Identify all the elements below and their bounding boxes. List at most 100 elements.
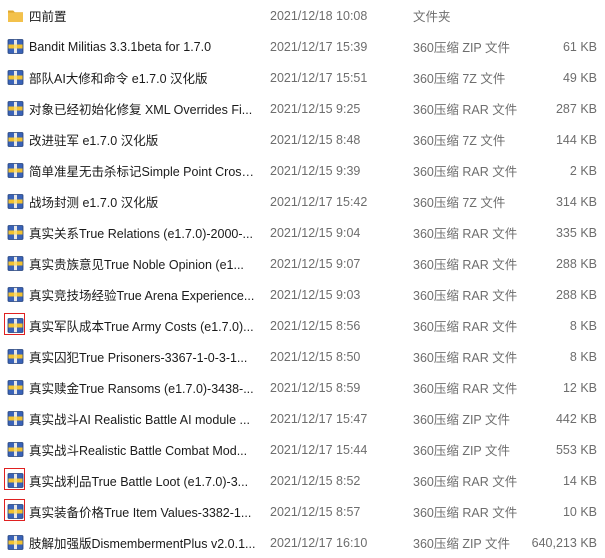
file-row[interactable]: 真实赎金True Ransoms (e1.7.0)-3438-... 2021/1… [0,372,605,403]
archive-icon [7,410,24,427]
archive-icon [7,255,24,272]
archive-icon [7,100,24,117]
file-row[interactable]: 真实竞技场经验True Arena Experience... 2021/12/1… [0,279,605,310]
file-row[interactable]: 真实贵族意见True Noble Opinion (e1... 2021/12/1… [0,248,605,279]
archive-icon [7,286,24,303]
file-row[interactable]: 真实战斗AI Realistic Battle AI module ... 202… [0,403,605,434]
file-size: 287 KB [555,101,597,116]
file-name: 简单准星无击杀标记Simple Point Cross... [29,165,257,179]
folder-row[interactable]: 四前置 2021/12/18 10:08 文件夹 [0,0,605,31]
file-date: 2021/12/15 9:03 [270,287,361,302]
file-type: 360压缩 RAR 文件 [413,258,518,272]
file-type: 360压缩 ZIP 文件 [413,41,511,55]
archive-icon [7,348,24,365]
file-name: 真实装备价格True Item Values-3382-1... [29,506,252,520]
file-type: 360压缩 RAR 文件 [413,382,518,396]
archive-icon [7,441,24,458]
file-name: 对象已经初始化修复 XML Overrides Fi... [29,103,253,117]
file-name: 真实贵族意见True Noble Opinion (e1... [29,258,244,272]
file-type: 360压缩 RAR 文件 [413,289,518,303]
file-name: 真实竞技场经验True Arena Experience... [29,289,255,303]
file-name: 真实战斗AI Realistic Battle AI module ... [29,413,250,427]
file-name: 真实囚犯True Prisoners-3367-1-0-3-1... [29,351,248,365]
file-name: 肢解加强版DismembermentPlus v2.0.1... [29,537,256,551]
file-size: 49 KB [562,70,597,85]
file-size: 335 KB [555,225,597,240]
file-date: 2021/12/17 15:47 [270,411,368,426]
file-size: 288 KB [555,256,597,271]
file-date: 2021/12/15 8:50 [270,349,361,364]
file-size: 314 KB [555,194,597,209]
file-row[interactable]: 战场封测 e1.7.0 汉化版 2021/12/17 15:42 360压缩 7Z … [0,186,605,217]
file-size: 8 KB [569,318,597,333]
archive-icon [7,193,24,210]
file-size: 640,213 KB [531,535,597,550]
archive-icon [7,224,24,241]
file-type: 文件夹 [413,10,451,24]
file-type: 360压缩 RAR 文件 [413,227,518,241]
file-name: Bandit Militias 3.3.1beta for 1.7.0 [29,39,212,54]
file-row[interactable]: 真实囚犯True Prisoners-3367-1-0-3-1... 2021/1… [0,341,605,372]
file-row[interactable]: 真实军队成本True Army Costs (e1.7.0)... 2021/12… [0,310,605,341]
file-type: 360压缩 ZIP 文件 [413,444,511,458]
file-size: 553 KB [555,442,597,457]
file-size: 2 KB [569,163,597,178]
file-row[interactable]: 真实战利品True Battle Loot (e1.7.0)-3... 2021/… [0,465,605,496]
archive-icon [4,499,25,521]
file-type: 360压缩 ZIP 文件 [413,537,511,551]
file-type: 360压缩 RAR 文件 [413,475,518,489]
file-date: 2021/12/15 9:07 [270,256,361,271]
file-row[interactable]: 真实战斗Realistic Battle Combat Mod... 2021/1… [0,434,605,465]
file-name: 部队AI大修和命令 e1.7.0 汉化版 [29,72,208,86]
file-name: 真实战利品True Battle Loot (e1.7.0)-3... [29,475,249,489]
file-date: 2021/12/15 8:48 [270,132,361,147]
file-size: 10 KB [562,504,597,519]
file-row[interactable]: 真实装备价格True Item Values-3382-1... 2021/12/… [0,496,605,527]
file-date: 2021/12/15 9:04 [270,225,361,240]
archive-icon [7,131,24,148]
file-row[interactable]: 部队AI大修和命令 e1.7.0 汉化版 2021/12/17 15:51 360压… [0,62,605,93]
file-row[interactable]: 对象已经初始化修复 XML Overrides Fi... 2021/12/15 … [0,93,605,124]
file-date: 2021/12/18 10:08 [270,8,368,23]
file-row[interactable]: 简单准星无击杀标记Simple Point Cross... 2021/12/15… [0,155,605,186]
file-date: 2021/12/17 16:10 [270,535,368,550]
file-date: 2021/12/15 9:25 [270,101,361,116]
file-name: 真实军队成本True Army Costs (e1.7.0)... [29,320,254,334]
file-size: 288 KB [555,287,597,302]
file-type: 360压缩 7Z 文件 [413,134,506,148]
file-row[interactable]: Bandit Militias 3.3.1beta for 1.7.0 2021/… [0,31,605,62]
file-name: 改进驻军 e1.7.0 汉化版 [29,134,159,148]
file-name: 真实赎金True Ransoms (e1.7.0)-3438-... [29,382,254,396]
file-name: 战场封测 e1.7.0 汉化版 [29,196,159,210]
file-name: 四前置 [29,10,67,24]
file-date: 2021/12/15 8:52 [270,473,361,488]
folder-icon [7,7,24,24]
archive-icon [7,162,24,179]
file-size: 61 KB [562,39,597,54]
file-size: 8 KB [569,349,597,364]
file-size: 442 KB [555,411,597,426]
file-type: 360压缩 ZIP 文件 [413,413,511,427]
file-row[interactable]: 改进驻军 e1.7.0 汉化版 2021/12/15 8:48 360压缩 7Z 文… [0,124,605,155]
file-date: 2021/12/17 15:42 [270,194,368,209]
archive-icon [7,534,24,551]
file-type: 360压缩 RAR 文件 [413,103,518,117]
archive-icon [7,69,24,86]
archive-icon [7,38,24,55]
archive-icon [4,468,25,490]
file-name: 真实战斗Realistic Battle Combat Mod... [29,444,248,458]
file-type: 360压缩 7Z 文件 [413,72,506,86]
file-date: 2021/12/17 15:51 [270,70,368,85]
file-name: 真实关系True Relations (e1.7.0)-2000-... [29,227,253,241]
file-size: 144 KB [555,132,597,147]
file-date: 2021/12/15 8:57 [270,504,361,519]
file-type: 360压缩 RAR 文件 [413,320,518,334]
file-row[interactable]: 真实关系True Relations (e1.7.0)-2000-... 2021… [0,217,605,248]
file-date: 2021/12/15 9:39 [270,163,361,178]
file-date: 2021/12/17 15:44 [270,442,368,457]
file-row[interactable]: 肢解加强版DismembermentPlus v2.0.1... 2021/12/… [0,527,605,558]
file-type: 360压缩 RAR 文件 [413,506,518,520]
file-type: 360压缩 7Z 文件 [413,196,506,210]
file-date: 2021/12/15 8:59 [270,380,361,395]
archive-icon [7,379,24,396]
